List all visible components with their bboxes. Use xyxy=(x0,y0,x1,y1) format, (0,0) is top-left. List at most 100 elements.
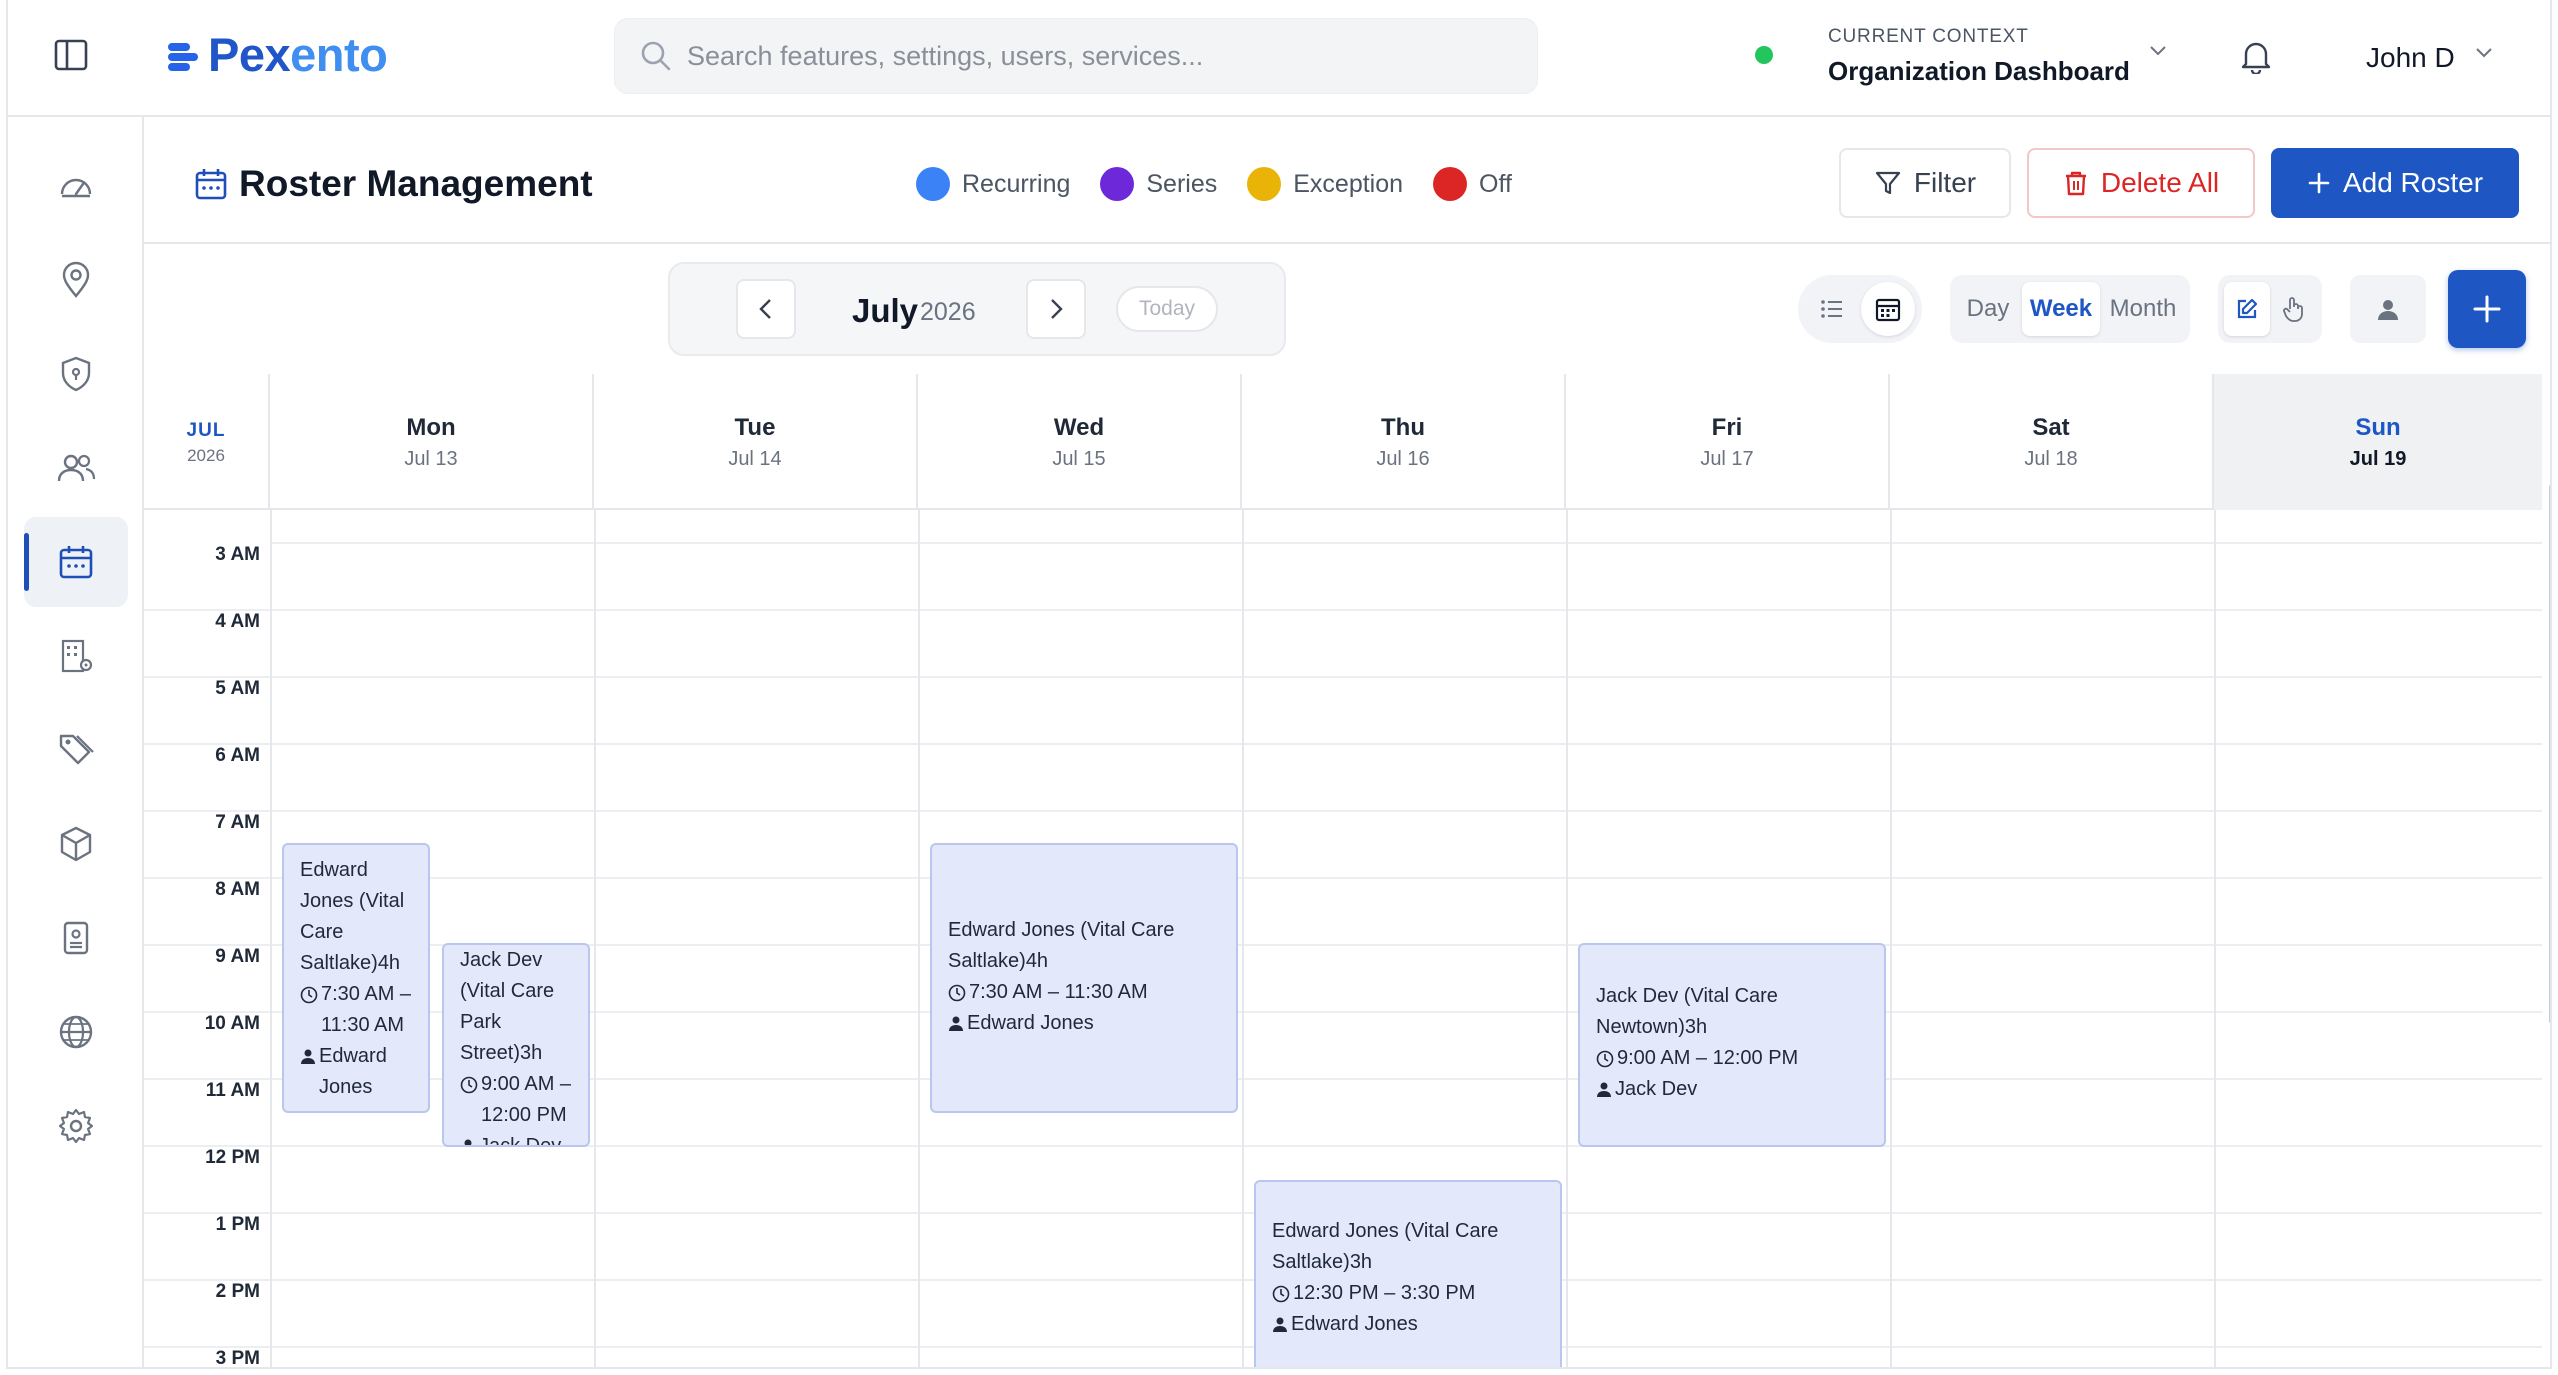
edit-mode-button[interactable] xyxy=(2224,282,2270,336)
add-roster-button[interactable]: Add Roster xyxy=(2271,148,2519,218)
sidebar-item-tags[interactable] xyxy=(24,705,128,795)
person-icon xyxy=(2378,300,2398,320)
day-header-tue[interactable]: Tue Jul 14 xyxy=(594,374,918,510)
chevron-down-icon[interactable] xyxy=(2148,44,2168,58)
calendar-view-button[interactable] xyxy=(1861,282,1915,336)
event-title: Edward Jones (Vital Care Saltlake)4h xyxy=(948,919,1175,972)
grid-column-line xyxy=(1566,510,1568,1367)
range-day-button[interactable]: Day xyxy=(1956,282,2020,336)
year-label: 2026 xyxy=(920,298,976,326)
pexento-logo[interactable]: Pexento xyxy=(168,28,388,82)
event-title: Edward Jones (Vital Care Saltlake)4h xyxy=(300,859,405,974)
sidebar-item-dashboard[interactable] xyxy=(24,141,128,231)
legend-item-off: Off xyxy=(1433,167,1512,201)
gear-icon xyxy=(58,1108,94,1144)
time-label: 10 AM xyxy=(204,1013,260,1034)
roster-event[interactable]: Jack Dev (Vital Care Newtown)3h 9:00 AM … xyxy=(1578,943,1886,1147)
sidebar-item-organization[interactable] xyxy=(24,611,128,701)
user-menu[interactable]: John D xyxy=(2366,42,2455,74)
context-selector[interactable]: Organization Dashboard xyxy=(1828,56,2130,87)
add-roster-label: Add Roster xyxy=(2342,167,2484,198)
range-month-button[interactable]: Month xyxy=(2102,282,2184,336)
time-label: 3 PM xyxy=(215,1348,260,1369)
day-name: Wed xyxy=(1053,414,1105,441)
time-label: 12 PM xyxy=(205,1147,260,1168)
day-date: Jul 19 xyxy=(2349,448,2407,470)
search-input[interactable] xyxy=(687,19,1507,93)
clock-icon xyxy=(300,986,318,1004)
list-view-button[interactable] xyxy=(1805,282,1859,336)
bell-icon[interactable] xyxy=(2240,40,2272,74)
filter-button[interactable]: Filter xyxy=(1839,148,2011,218)
range-week-button[interactable]: Week xyxy=(2022,282,2100,336)
top-bar: Pexento CURRENT CONTEXT Organization Das… xyxy=(8,0,2550,117)
legend-label: Off xyxy=(1479,169,1512,198)
day-date: Jul 18 xyxy=(2024,448,2078,470)
day-header-thu[interactable]: Thu Jul 16 xyxy=(1242,374,1566,510)
event-title: Edward Jones (Vital Care Saltlake)3h xyxy=(1272,1220,1499,1273)
staff-filter-button[interactable] xyxy=(2350,275,2426,343)
grid-line xyxy=(144,743,2542,745)
person-icon xyxy=(1273,1317,1287,1332)
day-date: Jul 13 xyxy=(404,448,458,470)
sidebar-item-packages[interactable] xyxy=(24,799,128,889)
legend-item-exception: Exception xyxy=(1247,167,1403,201)
dashboard-gauge-icon xyxy=(60,178,92,198)
context-label: CURRENT CONTEXT xyxy=(1828,26,2029,47)
select-mode-button[interactable] xyxy=(2270,282,2316,336)
sidebar-item-global[interactable] xyxy=(24,987,128,1077)
sidebar-toggle-icon[interactable] xyxy=(54,38,88,72)
day-header-sun[interactable]: Sun Jul 19 xyxy=(2214,374,2542,510)
legend-dot xyxy=(1433,167,1468,201)
sidebar-item-locations[interactable] xyxy=(24,235,128,325)
roster-event[interactable]: Edward Jones (Vital Care Saltlake)4h 7:3… xyxy=(930,843,1238,1113)
calendar-grid-icon xyxy=(1875,298,1901,322)
day-name: Thu xyxy=(1381,414,1425,441)
sidebar-item-users[interactable] xyxy=(24,423,128,513)
roster-event[interactable]: Edward Jones (Vital Care Saltlake)4h 7:3… xyxy=(282,843,430,1113)
today-button[interactable]: Today xyxy=(1116,286,1218,332)
clock-icon xyxy=(1596,1050,1614,1068)
chevron-down-icon[interactable] xyxy=(2474,46,2494,60)
sidebar-item-security[interactable] xyxy=(24,329,128,419)
sidebar-item-roster[interactable] xyxy=(24,517,128,607)
time-grid[interactable]: 3 AM 4 AM 5 AM 6 AM 7 AM 8 AM 9 AM 10 AM… xyxy=(144,510,2542,1369)
global-search[interactable] xyxy=(614,18,1538,94)
day-name: Fri xyxy=(1711,414,1743,441)
quick-add-button[interactable] xyxy=(2448,270,2526,348)
grid-line xyxy=(144,877,2542,879)
roster-event[interactable]: Jack Dev (Vital Care Park Street)3h 9:00… xyxy=(442,943,590,1147)
calendar-icon xyxy=(195,169,227,200)
sidebar-item-settings[interactable] xyxy=(24,1081,128,1171)
day-header-sat[interactable]: Sat Jul 18 xyxy=(1890,374,2214,510)
legend-dot xyxy=(1100,167,1135,201)
day-date: Jul 14 xyxy=(728,448,782,470)
event-time: 9:00 AM – 12:00 PM xyxy=(1596,1043,1868,1074)
scrollbar-thumb[interactable] xyxy=(2549,484,2550,1024)
event-legend: Recurring Series Exception Off xyxy=(916,167,1542,201)
event-person: Edward Jones xyxy=(948,1008,1220,1039)
grid-line xyxy=(270,542,2542,544)
day-header-mon[interactable]: Mon Jul 13 xyxy=(270,374,594,510)
grid-column-line xyxy=(594,510,596,1367)
roster-event[interactable]: Edward Jones (Vital Care Saltlake)3h 12:… xyxy=(1254,1180,1562,1367)
time-label: 8 AM xyxy=(215,879,260,900)
grid-column-line xyxy=(1890,510,1892,1367)
time-label: 5 AM xyxy=(215,678,260,699)
location-pin-icon xyxy=(62,261,90,298)
next-week-button[interactable] xyxy=(1026,279,1086,339)
delete-all-button[interactable]: Delete All xyxy=(2027,148,2255,218)
event-time: 7:30 AM – 11:30 AM xyxy=(948,977,1220,1008)
day-name: Sun xyxy=(2355,414,2401,441)
day-name: Sat xyxy=(2032,414,2070,441)
calendar-scrollbar[interactable] xyxy=(2546,374,2550,1367)
day-header-wed[interactable]: Wed Jul 15 xyxy=(918,374,1242,510)
day-header-fri[interactable]: Fri Jul 17 xyxy=(1566,374,1890,510)
search-icon xyxy=(641,41,671,71)
grid-line xyxy=(144,609,2542,611)
event-time: 9:00 AM – 12:00 PM xyxy=(460,1069,572,1131)
legend-dot xyxy=(916,167,950,201)
prev-week-button[interactable] xyxy=(736,279,796,339)
building-settings-icon xyxy=(61,639,93,673)
sidebar-item-badges[interactable] xyxy=(24,893,128,983)
